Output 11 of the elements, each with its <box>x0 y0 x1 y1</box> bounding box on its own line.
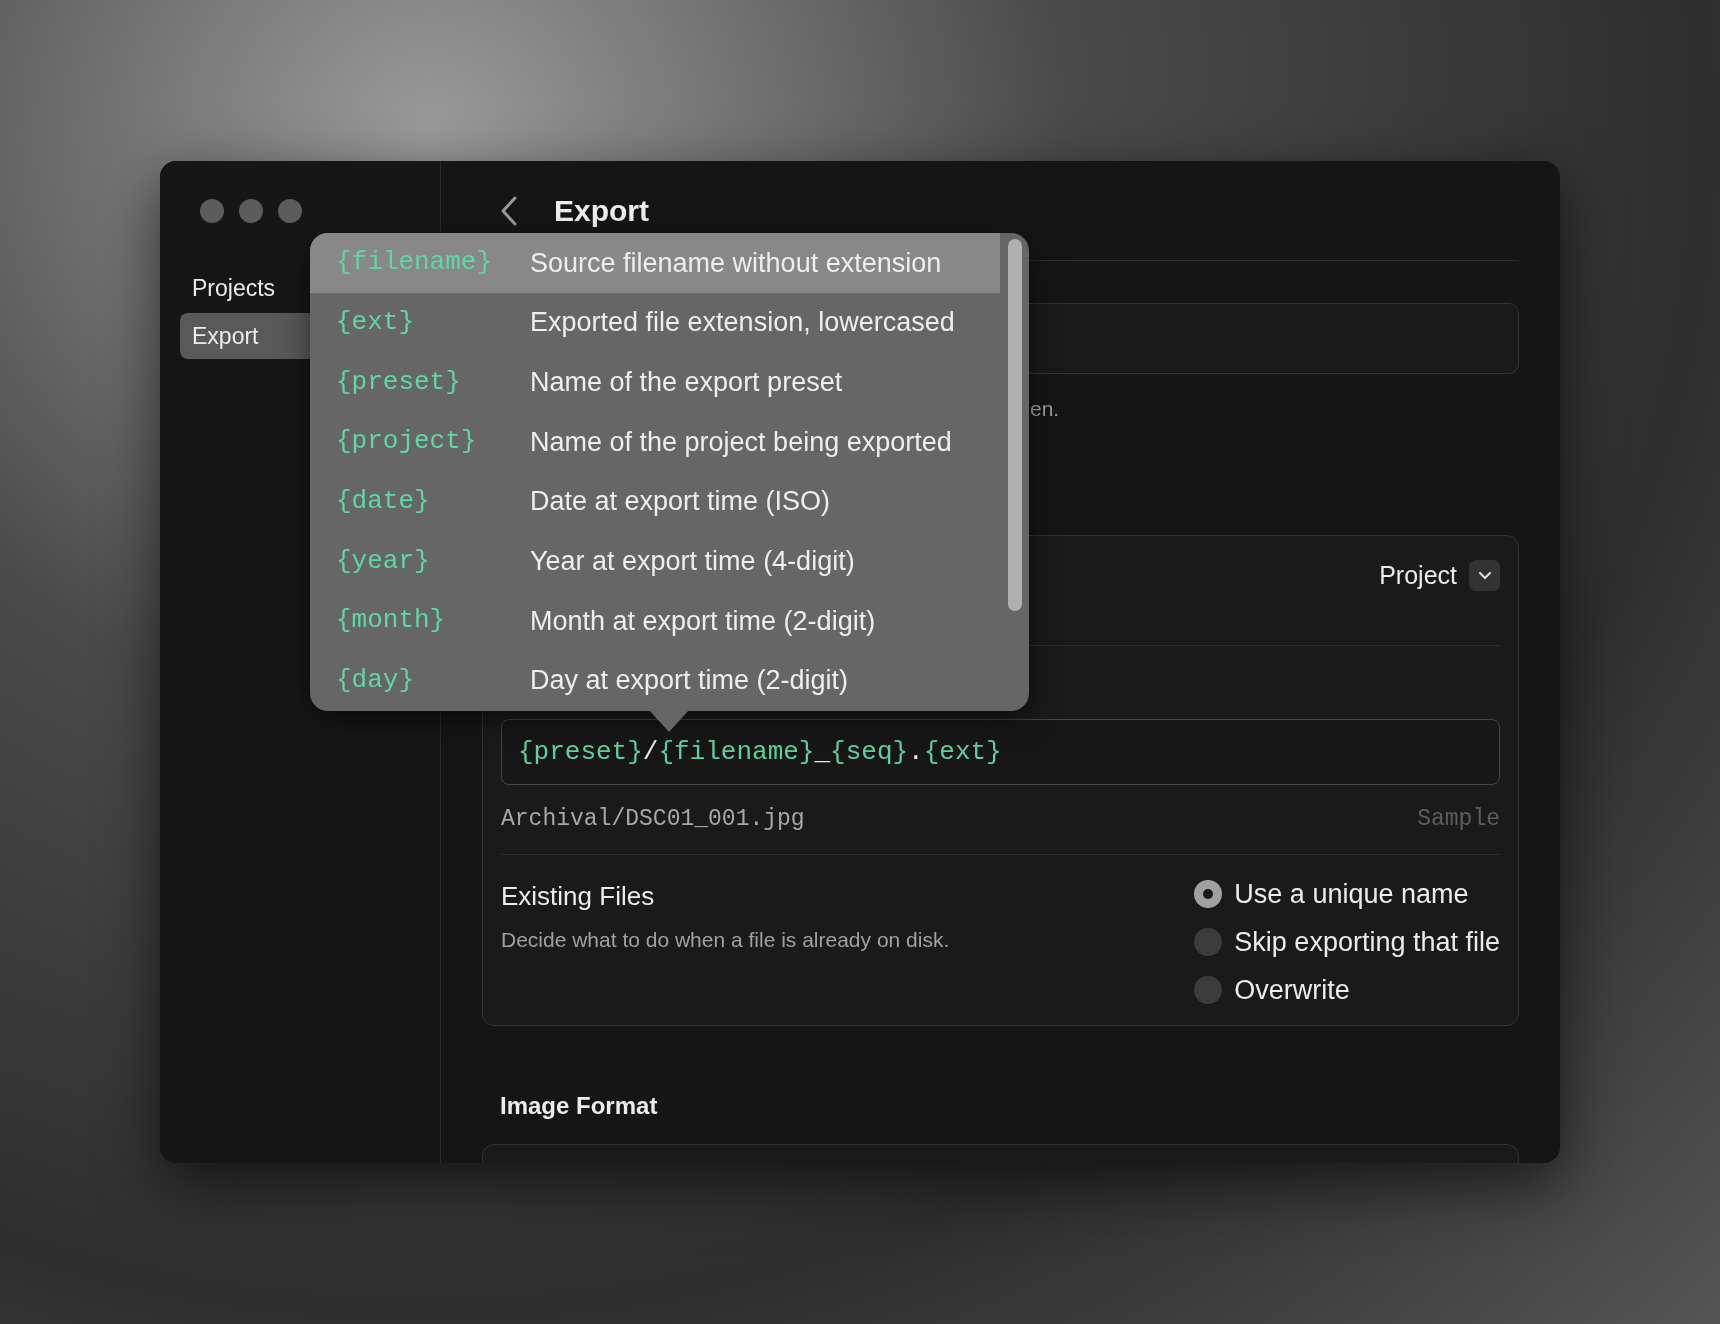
sample-path: Archival/DSC01_001.jpg <box>501 805 805 835</box>
hint-text: en. <box>1030 396 1060 423</box>
radio-label: Skip exporting that file <box>1234 925 1500 959</box>
radio-label: Overwrite <box>1234 973 1350 1007</box>
section-description: Decide what to do when a file is already on disk. <box>501 927 950 953</box>
section-heading: Image Format <box>499 1091 659 1121</box>
radio-label: Use a unique name <box>1234 877 1469 911</box>
section-title: Existing Files <box>501 880 656 913</box>
sample-label: Sample <box>1417 805 1500 835</box>
scope-label: Project <box>1379 560 1457 590</box>
page-title: Export <box>554 193 649 229</box>
